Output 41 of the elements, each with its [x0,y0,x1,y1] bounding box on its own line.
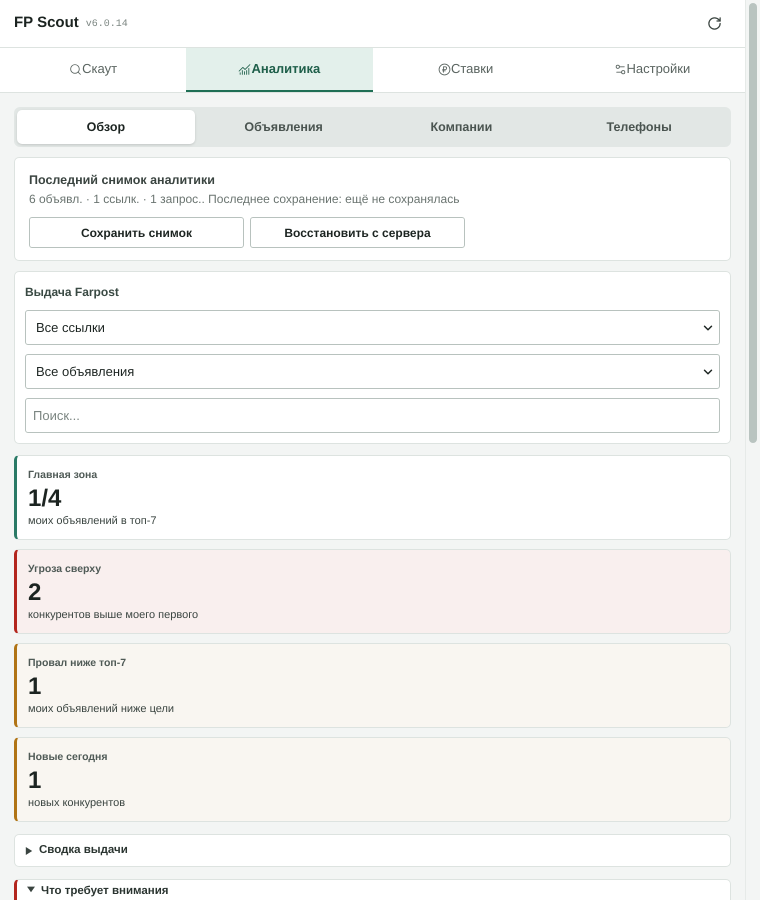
snapshot-button[interactable]: Сохранить снимок [29,217,244,248]
stat-value: 1 [28,673,42,701]
nav-tab[interactable]: Аналитика [186,48,372,92]
settings-icon [614,62,626,76]
refresh-icon [706,16,722,31]
nav-tab[interactable]: Скаут [0,48,186,92]
section-title: Сводка выдачи [39,844,128,857]
snapshot-title: Последний снимок аналитики [29,172,216,188]
subtab[interactable]: Обзор [17,110,195,144]
scrollbar[interactable] [745,0,760,900]
stat-caption: новых конкурентов [28,796,126,810]
subtab[interactable]: Объявления [194,110,372,144]
filter-dropdown[interactable]: Все объявления [25,354,720,389]
ruble-coin-icon [438,62,451,76]
section-title: Что требует внимания [41,885,169,898]
search-field[interactable]: Поиск... [25,398,720,433]
stat-title: Угроза сверху [28,562,102,576]
scrollbar-thumb[interactable] [749,3,757,443]
stat-value: 1/4 [28,485,62,513]
collapsible-section[interactable]: Что требует внимания [14,879,731,900]
stat-value: 1 [28,767,42,795]
subtab[interactable]: Телефоны [550,110,728,144]
filter-dropdown[interactable]: Все ссылки [25,310,720,345]
stat-title: Провал ниже топ-7 [28,656,128,670]
app-title: FP Scout [14,13,79,34]
stat-caption: моих объявлений ниже цели [28,702,176,716]
chart-icon [238,62,252,76]
version-label: v6.0.14 [86,18,128,32]
nav-tab[interactable]: Ставки [372,48,559,92]
nav-tab[interactable]: Настройки [558,48,745,92]
collapsible-section[interactable]: Сводка выдачи [14,834,731,867]
subtab[interactable]: Компании [372,110,550,144]
stat-title: Новые сегодня [28,750,108,764]
snapshot-button[interactable]: Восстановить с сервера [250,217,465,248]
stat-caption: моих объявлений в топ-7 [28,514,158,528]
snapshot-summary: 6 объявл. · 1 ссылк. · 1 запрос.. Последнее сохранение: ещё не сохранялась [29,191,460,207]
search-icon [69,62,82,76]
stat-title: Главная зона [28,468,98,482]
stat-value: 2 [28,579,42,607]
stat-caption: конкурентов выше моего первого [28,608,200,622]
filters-title: Выдача Farpost [25,284,120,300]
